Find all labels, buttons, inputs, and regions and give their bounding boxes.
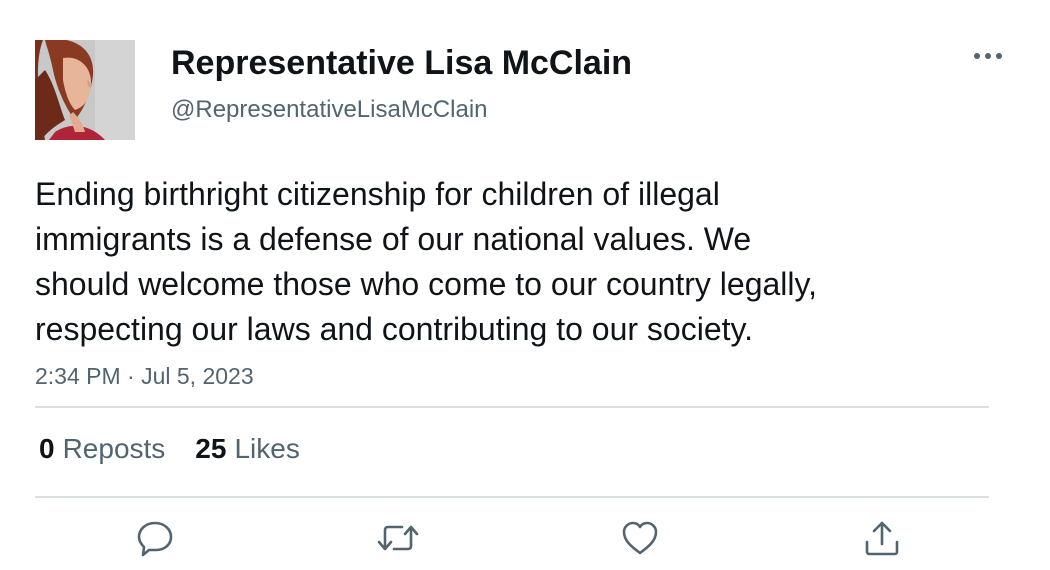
tweet-timestamp[interactable]: 2:34 PM · Jul 5, 2023 — [35, 362, 254, 390]
avatar-photo — [35, 40, 135, 140]
avatar[interactable] — [35, 40, 135, 140]
tweet-text-line: respecting our laws and contributing to … — [35, 311, 754, 347]
reply-button[interactable] — [133, 516, 177, 560]
like-button[interactable] — [618, 516, 662, 560]
divider — [35, 496, 989, 498]
reposts-stat[interactable]: 0 Reposts — [39, 432, 165, 466]
likes-stat[interactable]: 25 Likes — [195, 432, 300, 466]
reposts-count: 0 — [39, 433, 55, 464]
repost-button[interactable] — [376, 516, 420, 560]
divider — [35, 406, 989, 408]
tweet-text-line: immigrants is a defense of our national … — [35, 221, 752, 257]
tweet-text: Ending birthright citizenship for childr… — [35, 172, 975, 352]
reply-bubble-icon — [137, 521, 173, 557]
share-button[interactable] — [860, 516, 904, 560]
share-upload-icon — [865, 521, 899, 556]
likes-count: 25 — [195, 433, 227, 464]
user-handle[interactable]: @RepresentativeLisaMcClain — [171, 96, 488, 124]
likes-label: Likes — [234, 433, 300, 464]
tweet-text-line: Ending birthright citizenship for childr… — [35, 176, 720, 212]
heart-icon — [622, 521, 658, 555]
display-name[interactable]: Representative Lisa McClain — [171, 43, 632, 83]
reposts-label: Reposts — [62, 433, 166, 464]
engagement-stats: 0 Reposts 25 Likes — [39, 432, 300, 466]
tweet-text-line: should welcome those who come to our cou… — [35, 266, 818, 302]
more-options-button[interactable] — [970, 44, 1006, 68]
more-horizontal-icon — [974, 53, 1002, 59]
repost-arrows-icon — [377, 525, 419, 551]
